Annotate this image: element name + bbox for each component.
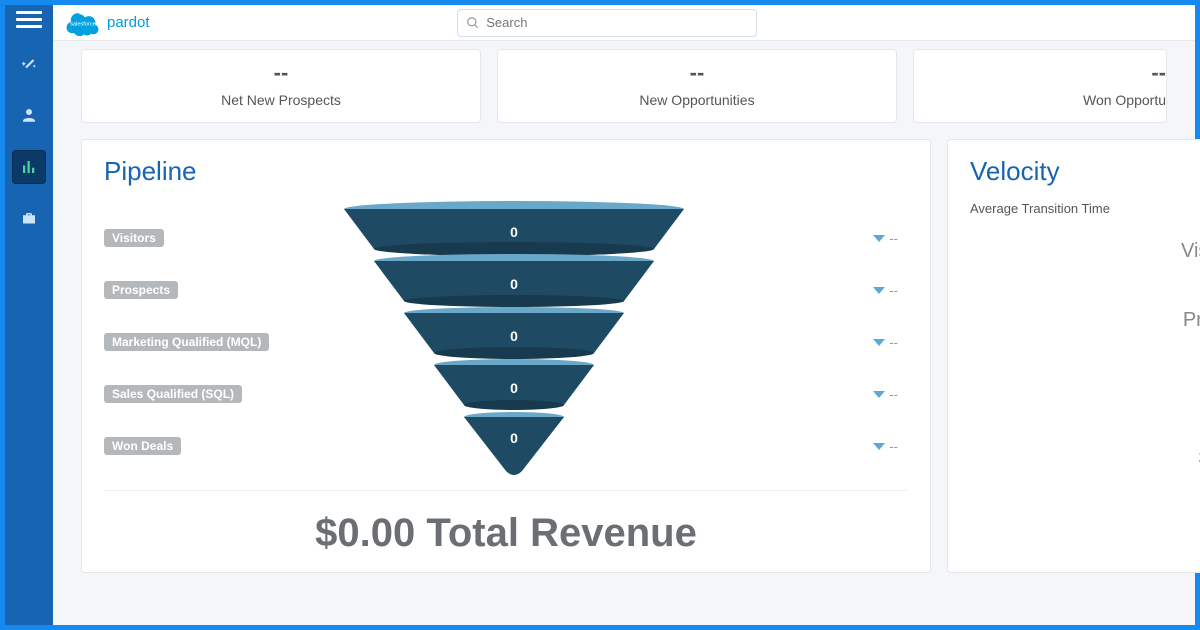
funnel-chart: Visitors -- Prospects -- Marketing Quali… (104, 201, 908, 491)
stage-pill: Won Deals (104, 437, 181, 455)
velocity-item-sql-won: SQL to W No da (970, 447, 1200, 502)
stat-value: -- (914, 60, 1166, 86)
chevron-down-icon (873, 391, 885, 398)
bar-chart-icon (20, 158, 38, 176)
stat-card-net-new-prospects[interactable]: -- Net New Prospects (81, 49, 481, 123)
sidebar-item-reports[interactable] (12, 150, 46, 184)
salesforce-cloud-icon: salesforce (63, 10, 103, 36)
velocity-subtitle: Average Transition Time (970, 201, 1200, 216)
svg-text:0: 0 (510, 380, 518, 396)
stat-value: -- (498, 60, 896, 86)
stage-pill: Visitors (104, 229, 164, 247)
people-icon (20, 106, 38, 124)
svg-text:0: 0 (510, 430, 518, 446)
stat-label: Net New Prospects (82, 92, 480, 108)
stage-pill: Marketing Qualified (MQL) (104, 333, 269, 351)
svg-text:0: 0 (510, 276, 518, 292)
chevron-down-icon (873, 287, 885, 294)
brand-logo[interactable]: salesforce pardot (63, 10, 150, 36)
stat-label: New Opportunities (498, 92, 896, 108)
content-area: salesforce pardot -- Net New Prospects -… (53, 5, 1195, 625)
funnel-svg: 0 0 0 0 (334, 201, 694, 491)
stat-card-new-opportunities[interactable]: -- New Opportunities (497, 49, 897, 123)
chevron-down-icon (873, 443, 885, 450)
search-input[interactable] (486, 15, 748, 30)
chevron-down-icon (873, 235, 885, 242)
svg-text:salesforce: salesforce (70, 21, 96, 27)
magic-wand-icon (20, 54, 38, 72)
search-icon (466, 16, 480, 30)
velocity-item-visitor-prospect: Visitor to Pr No da (970, 240, 1200, 295)
sidebar-item-people[interactable] (12, 98, 46, 132)
stage-delta: -- (873, 283, 898, 298)
brand-name: pardot (107, 14, 150, 31)
stage-pill: Sales Qualified (SQL) (104, 385, 242, 403)
stat-cards-row: -- Net New Prospects -- New Opportunitie… (53, 41, 1195, 123)
stage-pill: Prospects (104, 281, 178, 299)
stage-delta: -- (873, 439, 898, 454)
stat-value: -- (82, 60, 480, 86)
chevron-down-icon (873, 339, 885, 346)
pipeline-title: Pipeline (104, 156, 908, 187)
pipeline-panel: Pipeline Visitors -- Prospects -- Market… (81, 139, 931, 573)
top-bar: salesforce pardot (53, 5, 1195, 41)
svg-text:0: 0 (510, 328, 518, 344)
stage-delta: -- (873, 387, 898, 402)
svg-text:0: 0 (510, 224, 518, 240)
stat-label: Won Opportu (914, 92, 1166, 108)
main-panels-row: Pipeline Visitors -- Prospects -- Market… (53, 123, 1195, 573)
total-revenue: $0.00 Total Revenue (104, 511, 908, 556)
global-search[interactable] (457, 9, 757, 37)
velocity-item-mql-sql: MQL to S No da (970, 378, 1200, 433)
briefcase-icon (20, 210, 38, 228)
stat-card-won-opportunities[interactable]: -- Won Opportu (913, 49, 1167, 123)
stage-delta: -- (873, 231, 898, 246)
sidebar-item-admin[interactable] (12, 202, 46, 236)
sidebar-item-wand[interactable] (12, 46, 46, 80)
velocity-panel: Velocity Average Transition Time Visitor… (947, 139, 1200, 573)
stage-delta: -- (873, 335, 898, 350)
velocity-title: Velocity (970, 156, 1200, 187)
left-sidebar (5, 5, 53, 625)
hamburger-menu-icon[interactable] (16, 11, 42, 28)
velocity-item-prospect-mql: Prospect to No da (970, 309, 1200, 364)
